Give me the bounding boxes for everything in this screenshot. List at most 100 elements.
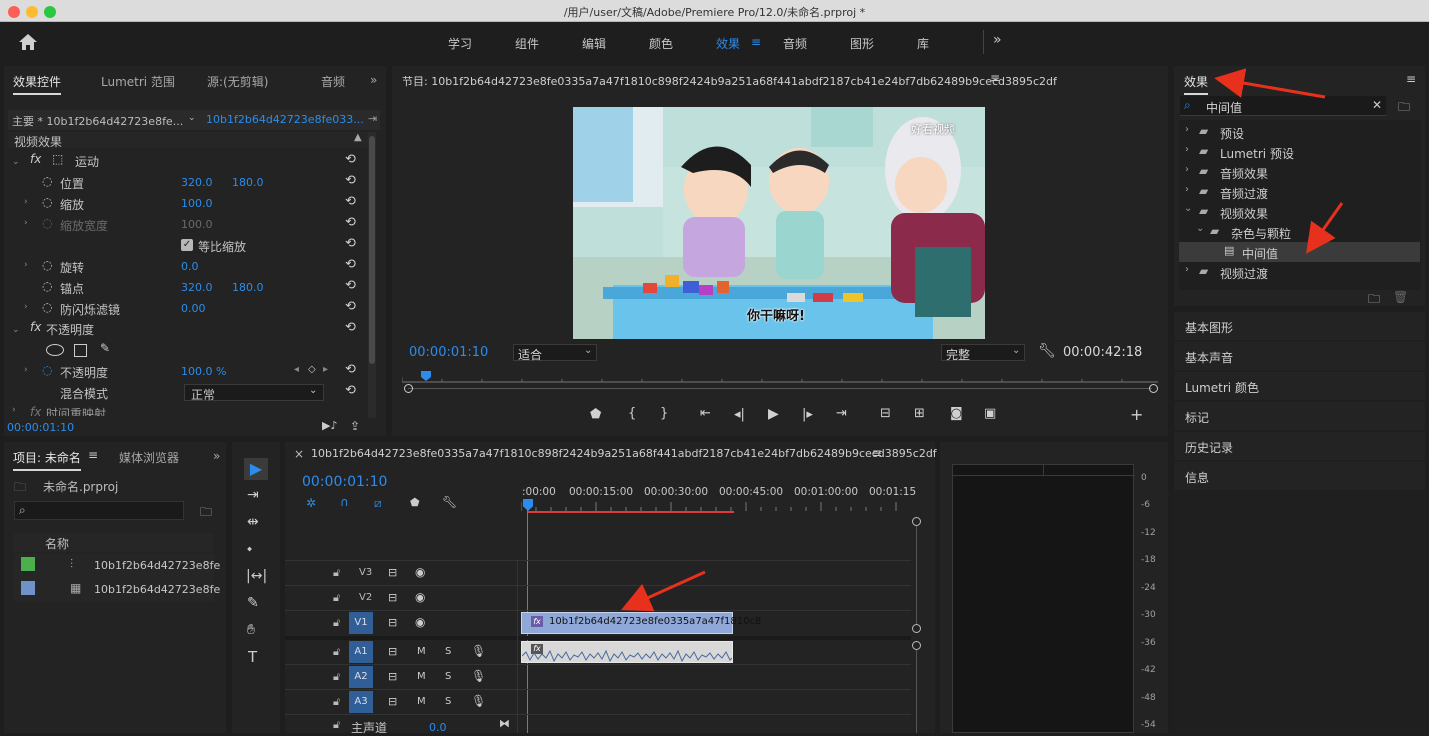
panel-overflow-icon[interactable]: » bbox=[370, 73, 377, 87]
reset-icon[interactable]: ⟲ bbox=[345, 279, 359, 293]
zoom-handle-right[interactable] bbox=[1149, 384, 1158, 393]
tree-item-lumetri-presets[interactable]: › ▰ Lumetri 预设 bbox=[1179, 142, 1420, 162]
workspace-menu-icon[interactable]: ≡ bbox=[751, 35, 761, 49]
program-mini-ruler[interactable] bbox=[401, 372, 1158, 383]
column-name[interactable]: 名称 bbox=[45, 535, 69, 552]
expand-right-icon[interactable]: › bbox=[1185, 164, 1189, 175]
master-go-to-icon[interactable]: ⧓ bbox=[499, 717, 510, 730]
tab-effect-controls[interactable]: 效果控件 bbox=[13, 73, 62, 95]
stopwatch-icon[interactable]: ◌ bbox=[42, 258, 52, 272]
sync-lock-icon[interactable]: ⊟ bbox=[388, 566, 397, 579]
export-frame-icon[interactable]: ◙ bbox=[950, 406, 963, 421]
track-target-a3[interactable]: A3 bbox=[349, 691, 373, 713]
workspace-effects[interactable]: 效果 bbox=[716, 35, 740, 52]
mark-in-icon[interactable]: { bbox=[628, 406, 636, 421]
opacity-group-row[interactable]: ⌄ fx 不透明度 ⟲ bbox=[12, 320, 368, 341]
nest-icon[interactable]: ✲ bbox=[306, 496, 316, 510]
stopwatch-active-icon[interactable]: ◌ bbox=[42, 363, 52, 377]
expand-down-icon[interactable]: ⌄ bbox=[12, 157, 20, 167]
selection-tool-icon[interactable]: ▶ bbox=[244, 458, 268, 480]
expand-down-icon[interactable]: ⌄ bbox=[1184, 203, 1192, 214]
timeline-sequence-tab[interactable]: 10b1f2b64d42723e8fe0335a7a47f1810c898f24… bbox=[311, 447, 937, 460]
tab-audio[interactable]: 音频 bbox=[321, 73, 345, 90]
ripple-edit-tool-icon[interactable]: ⇹ bbox=[247, 514, 259, 530]
audio-clip[interactable]: fx bbox=[521, 641, 733, 663]
zoom-fit-select[interactable]: 适合 ⌄ bbox=[513, 344, 597, 362]
workspace-assembly[interactable]: 组件 bbox=[515, 35, 539, 52]
workspace-audio[interactable]: 音频 bbox=[783, 35, 807, 52]
reset-icon[interactable]: ⟲ bbox=[345, 174, 359, 188]
sync-lock-icon[interactable]: ⊟ bbox=[388, 645, 397, 658]
anchor-x-value[interactable]: 320.0 bbox=[181, 281, 213, 294]
tree-item-noise-grain[interactable]: ⌄ ▰ 杂色与颗粒 bbox=[1179, 222, 1420, 242]
sync-lock-icon[interactable]: ⊟ bbox=[388, 616, 397, 629]
audio-zoom-handle-top[interactable] bbox=[912, 641, 921, 650]
sync-lock-icon[interactable]: ⊟ bbox=[388, 695, 397, 708]
new-bin-icon[interactable]: 🗀︎ bbox=[200, 503, 212, 524]
video-frame[interactable]: 你干嘛呀! 好看视频 bbox=[573, 107, 985, 339]
play-icon[interactable]: ▶ bbox=[768, 406, 779, 422]
expand-right-icon[interactable]: › bbox=[1185, 184, 1189, 195]
stopwatch-icon[interactable]: ◌ bbox=[42, 279, 52, 293]
program-playhead-timecode[interactable]: 00:00:01:10 bbox=[409, 345, 488, 360]
track-target-a1[interactable]: A1 bbox=[349, 641, 373, 663]
home-icon[interactable] bbox=[18, 33, 38, 51]
pen-mask-icon[interactable]: ✎ bbox=[100, 341, 110, 355]
list-item[interactable]: ▦ 10b1f2b64d42723e8fe bbox=[14, 578, 220, 602]
sequence-clip-label[interactable]: 10b1f2b64d42723e8fe033... bbox=[206, 113, 364, 126]
master-clip-label[interactable]: 主要 * 10b1f2b64d42723e8fe... bbox=[12, 113, 183, 129]
microphone-icon[interactable]: 🎙︎ bbox=[471, 644, 486, 658]
pen-tool-icon[interactable]: ✎ bbox=[247, 595, 259, 611]
close-tab-icon[interactable]: × bbox=[294, 447, 304, 461]
lock-icon[interactable]: 🔓︎ bbox=[333, 670, 340, 684]
add-button-icon[interactable]: + bbox=[1130, 405, 1143, 424]
vertical-zoom-handle-top[interactable] bbox=[912, 517, 921, 526]
video-clip[interactable]: fx 10b1f2b64d42723e8fe0335a7a47f1810c8 bbox=[521, 612, 761, 634]
lock-icon[interactable]: 🔓︎ bbox=[333, 695, 340, 709]
eye-icon[interactable]: ◉ bbox=[415, 565, 425, 579]
panel-info[interactable]: 信息 bbox=[1174, 462, 1425, 490]
expand-right-icon[interactable]: › bbox=[1185, 264, 1189, 275]
scrollbar-thumb[interactable] bbox=[369, 136, 375, 364]
settings-wrench-icon[interactable]: 🔧︎ bbox=[1038, 343, 1056, 359]
tab-project[interactable]: 项目: 未命名 bbox=[13, 449, 81, 471]
eye-icon[interactable]: ◉ bbox=[415, 590, 425, 604]
linked-selection-icon[interactable]: ⧄ bbox=[374, 496, 382, 511]
tree-item-audio-transitions[interactable]: › ▰ 音频过渡 bbox=[1179, 182, 1420, 202]
expand-right-icon[interactable]: › bbox=[24, 218, 28, 228]
lock-icon[interactable]: 🔓︎ bbox=[333, 591, 340, 605]
panel-lumetri-color[interactable]: Lumetri 颜色 bbox=[1174, 372, 1425, 400]
collapse-up-icon[interactable]: ▲ bbox=[354, 132, 362, 143]
step-forward-icon[interactable]: |▸ bbox=[802, 407, 813, 422]
chevron-down-icon[interactable]: ⌄ bbox=[188, 113, 196, 123]
lift-icon[interactable]: ⊟ bbox=[880, 406, 891, 421]
microphone-icon[interactable]: 🎙︎ bbox=[471, 694, 486, 708]
tab-lumetri-scopes[interactable]: Lumetri 范围 bbox=[101, 73, 175, 90]
expand-right-icon[interactable]: › bbox=[24, 260, 28, 270]
panel-menu-icon[interactable]: ≡ bbox=[872, 446, 882, 460]
uniform-scale-checkbox[interactable]: ✓ bbox=[181, 239, 193, 251]
add-marker-icon[interactable]: ⬟ bbox=[410, 496, 420, 509]
stopwatch-icon[interactable]: ◌ bbox=[42, 174, 52, 188]
reset-icon[interactable]: ⟲ bbox=[345, 153, 359, 167]
panel-menu-icon[interactable]: ≡ bbox=[1406, 72, 1416, 86]
reset-icon[interactable]: ⟲ bbox=[345, 258, 359, 272]
solo-button[interactable]: S bbox=[445, 646, 451, 657]
panel-menu-icon[interactable]: ≡ bbox=[88, 448, 98, 462]
blend-mode-select[interactable]: 正常 ⌄ bbox=[184, 384, 324, 402]
panel-essential-sound[interactable]: 基本声音 bbox=[1174, 342, 1425, 370]
ellipse-mask-icon[interactable] bbox=[46, 344, 64, 356]
next-keyframe-icon[interactable]: ▸ bbox=[323, 364, 328, 375]
expand-right-icon[interactable]: › bbox=[24, 302, 28, 312]
reset-icon[interactable]: ⟲ bbox=[345, 195, 359, 209]
tab-media-browser[interactable]: 媒体浏览器 bbox=[119, 449, 179, 466]
add-marker-icon[interactable]: ⬟ bbox=[590, 407, 601, 422]
audio-scroll-track[interactable] bbox=[916, 650, 917, 733]
reset-icon[interactable]: ⟲ bbox=[345, 363, 359, 377]
motion-row[interactable]: ⌄ fx ⬚ 运动 ⟲ bbox=[12, 152, 368, 173]
anchor-y-value[interactable]: 180.0 bbox=[232, 281, 264, 294]
tab-source[interactable]: 源:(无剪辑) bbox=[207, 73, 268, 90]
rectangle-mask-icon[interactable] bbox=[74, 344, 87, 357]
tree-item-audio-effects[interactable]: › ▰ 音频效果 bbox=[1179, 162, 1420, 182]
microphone-icon[interactable]: 🎙︎ bbox=[471, 669, 486, 683]
